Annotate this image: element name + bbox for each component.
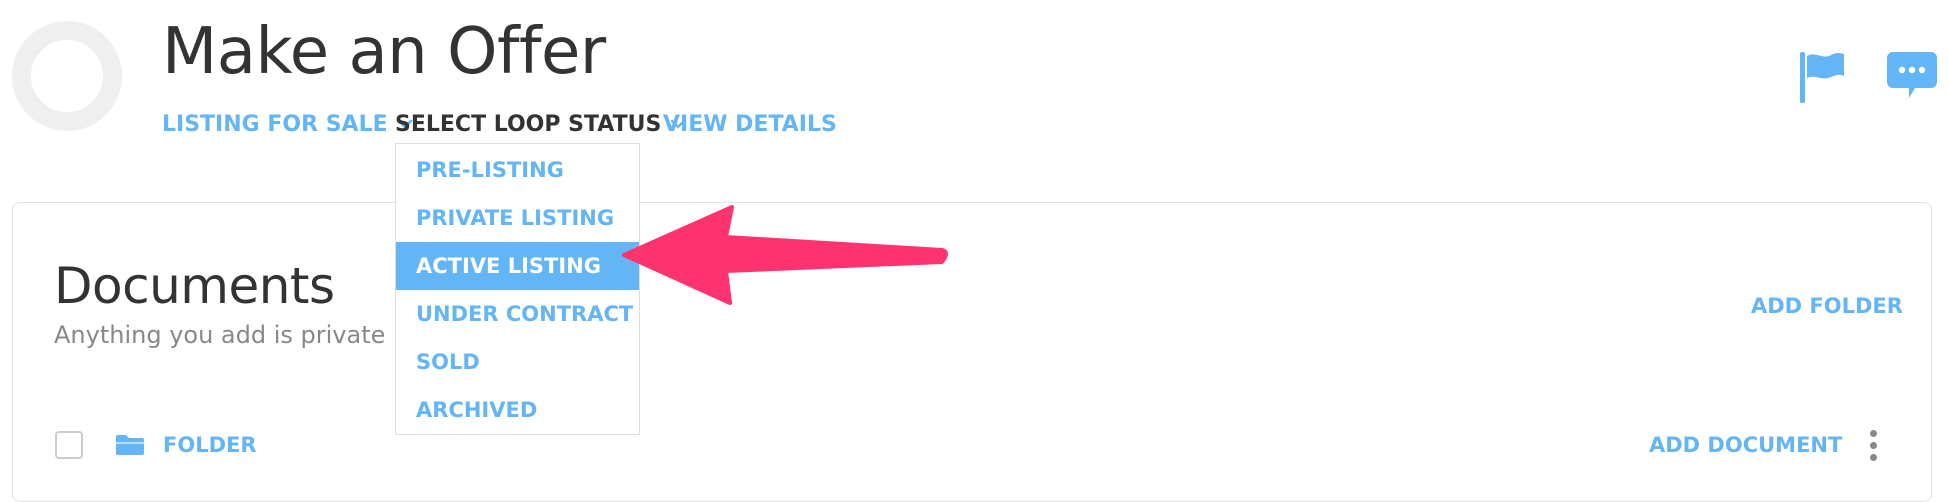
view-details-link[interactable]: VIEW DETAILS	[663, 110, 837, 138]
avatar	[12, 21, 122, 131]
loop-status-dropdown[interactable]: SELECT LOOP STATUS	[395, 110, 686, 138]
status-option-archived[interactable]: ARCHIVED	[396, 386, 639, 434]
select-checkbox[interactable]	[55, 431, 83, 459]
page-title: Make an Offer	[162, 15, 606, 89]
status-option-pre-listing[interactable]: PRE-LISTING	[396, 146, 639, 194]
loop-status-label: SELECT LOOP STATUS	[395, 111, 662, 137]
annotation-arrow	[622, 205, 948, 305]
status-option-sold[interactable]: SOLD	[396, 338, 639, 386]
status-option-private-listing[interactable]: PRIVATE LISTING	[396, 194, 639, 242]
add-document-button[interactable]: ADD DOCUMENT	[1649, 432, 1842, 458]
chat-icon[interactable]	[1885, 50, 1939, 102]
flag-icon[interactable]	[1798, 50, 1848, 105]
listing-type-dropdown[interactable]: LISTING FOR SALE	[162, 110, 413, 138]
listing-type-label: LISTING FOR SALE	[162, 111, 388, 137]
status-option-under-contract[interactable]: UNDER CONTRACT	[396, 290, 639, 338]
folder-name-link[interactable]: FOLDER	[163, 432, 257, 458]
status-option-active-listing[interactable]: ACTIVE LISTING	[396, 242, 639, 290]
more-options-icon[interactable]	[1866, 430, 1880, 464]
documents-subtitle: Anything you add is private u	[54, 321, 409, 349]
documents-title: Documents	[54, 257, 335, 315]
loop-status-menu: PRE-LISTING PRIVATE LISTING ACTIVE LISTI…	[395, 143, 640, 435]
view-details-label: VIEW DETAILS	[663, 111, 837, 137]
add-folder-button[interactable]: ADD FOLDER	[1751, 293, 1903, 319]
documents-card	[12, 202, 1932, 502]
folder-icon	[116, 435, 144, 455]
